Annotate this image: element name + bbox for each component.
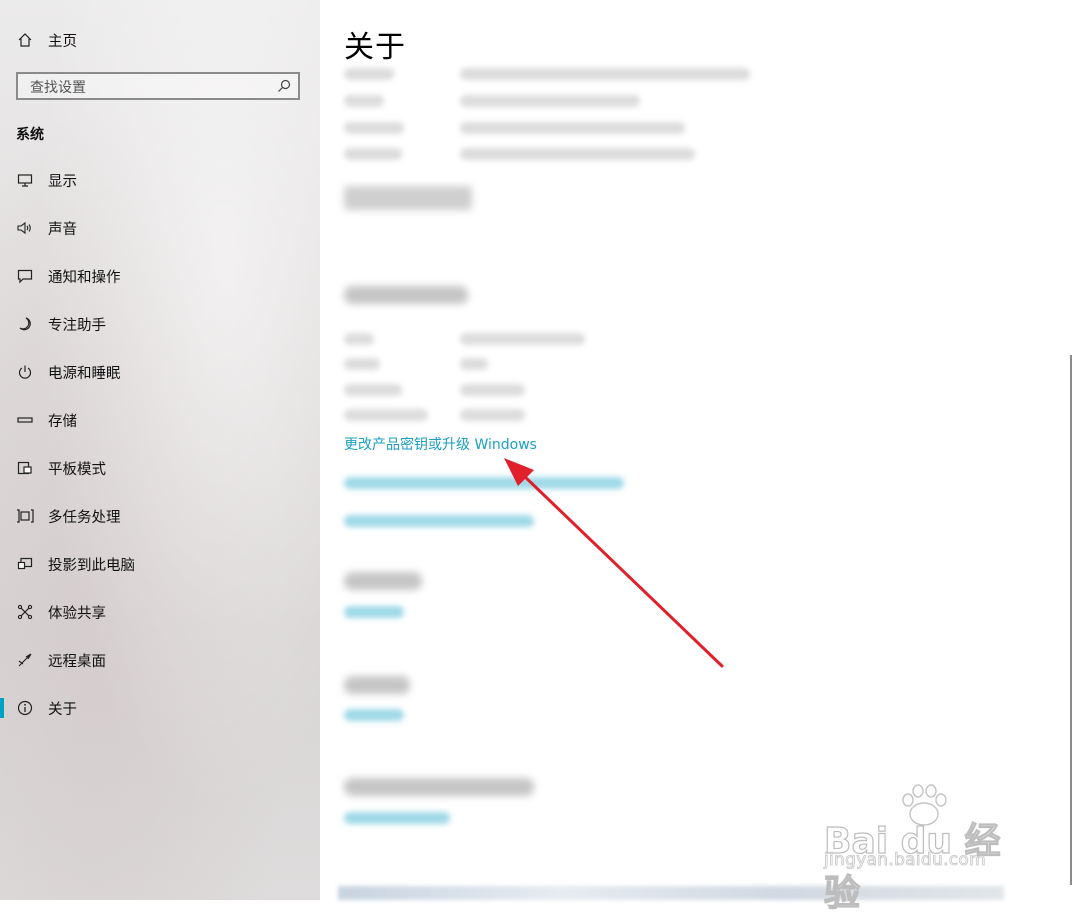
blurred-link[interactable] bbox=[344, 477, 624, 489]
search-icon[interactable] bbox=[276, 78, 292, 94]
remote-desktop-icon bbox=[16, 651, 34, 669]
sidebar-item-label: 远程桌面 bbox=[48, 653, 106, 670]
sidebar-item-storage[interactable]: 存储 bbox=[0, 400, 320, 440]
tablet-mode-icon bbox=[16, 459, 34, 477]
shared-experiences-icon bbox=[16, 603, 34, 621]
sidebar-item-label: 声音 bbox=[48, 221, 77, 238]
watermark-url: jingyan.baidu.com bbox=[824, 850, 986, 871]
sidebar-item-sound[interactable]: 声音 bbox=[0, 208, 320, 248]
settings-sidebar: 主页 系统 显示 声音 通知和操作 专注助手 电源和睡眠 bbox=[0, 0, 320, 900]
sidebar-item-label: 平板模式 bbox=[48, 461, 106, 478]
baidu-watermark: Bai du 经验 jingyan.baidu.com bbox=[822, 782, 1022, 915]
main-content: 关于 更改产品密钥或升级 Windows bbox=[320, 0, 1074, 900]
blurred-link[interactable] bbox=[344, 709, 404, 721]
blurred-link[interactable] bbox=[344, 515, 534, 527]
sidebar-item-label: 专注助手 bbox=[48, 317, 106, 334]
home-label: 主页 bbox=[48, 33, 77, 50]
notification-icon bbox=[16, 267, 34, 285]
search-input[interactable] bbox=[28, 77, 272, 99]
page-title: 关于 bbox=[344, 30, 406, 65]
sidebar-item-label: 电源和睡眠 bbox=[48, 365, 121, 382]
sidebar-item-label: 通知和操作 bbox=[48, 269, 121, 286]
speaker-icon bbox=[16, 219, 34, 237]
sidebar-item-label: 显示 bbox=[48, 173, 77, 190]
sidebar-item-label: 多任务处理 bbox=[48, 509, 121, 526]
blurred-section-heading bbox=[344, 572, 422, 590]
search-box[interactable] bbox=[16, 72, 300, 100]
monitor-icon bbox=[16, 171, 34, 189]
sidebar-item-label: 体验共享 bbox=[48, 605, 106, 622]
sidebar-item-focus-assist[interactable]: 专注助手 bbox=[0, 304, 320, 344]
sidebar-item-tablet-mode[interactable]: 平板模式 bbox=[0, 448, 320, 488]
sidebar-item-about[interactable]: 关于 bbox=[0, 688, 320, 728]
moon-icon bbox=[16, 315, 34, 333]
sidebar-item-shared-experiences[interactable]: 体验共享 bbox=[0, 592, 320, 632]
section-title: 系统 bbox=[16, 127, 44, 143]
blurred-link[interactable] bbox=[344, 606, 404, 618]
sidebar-item-multitasking[interactable]: 多任务处理 bbox=[0, 496, 320, 536]
blurred-section-heading bbox=[344, 778, 534, 796]
active-indicator bbox=[0, 698, 4, 718]
sidebar-item-notifications[interactable]: 通知和操作 bbox=[0, 256, 320, 296]
sidebar-item-projecting[interactable]: 投影到此电脑 bbox=[0, 544, 320, 584]
home-nav-item[interactable]: 主页 bbox=[0, 20, 320, 60]
info-icon bbox=[16, 699, 34, 717]
multitasking-icon bbox=[16, 507, 34, 525]
scrollbar[interactable] bbox=[1070, 355, 1072, 885]
storage-icon bbox=[16, 411, 34, 429]
sidebar-item-label: 关于 bbox=[48, 701, 77, 718]
blurred-link[interactable] bbox=[344, 812, 450, 824]
change-product-key-link[interactable]: 更改产品密钥或升级 Windows bbox=[344, 434, 537, 454]
sidebar-item-power-sleep[interactable]: 电源和睡眠 bbox=[0, 352, 320, 392]
sidebar-item-label: 存储 bbox=[48, 413, 77, 430]
rename-pc-button-blurred[interactable] bbox=[344, 186, 472, 210]
sidebar-item-display[interactable]: 显示 bbox=[0, 160, 320, 200]
projection-icon bbox=[16, 555, 34, 573]
home-icon bbox=[16, 31, 34, 49]
power-icon bbox=[16, 363, 34, 381]
sidebar-item-label: 投影到此电脑 bbox=[48, 557, 135, 574]
blurred-section-heading bbox=[344, 676, 410, 694]
sidebar-item-remote-desktop[interactable]: 远程桌面 bbox=[0, 640, 320, 680]
windows-specs-heading-blurred bbox=[344, 286, 468, 304]
